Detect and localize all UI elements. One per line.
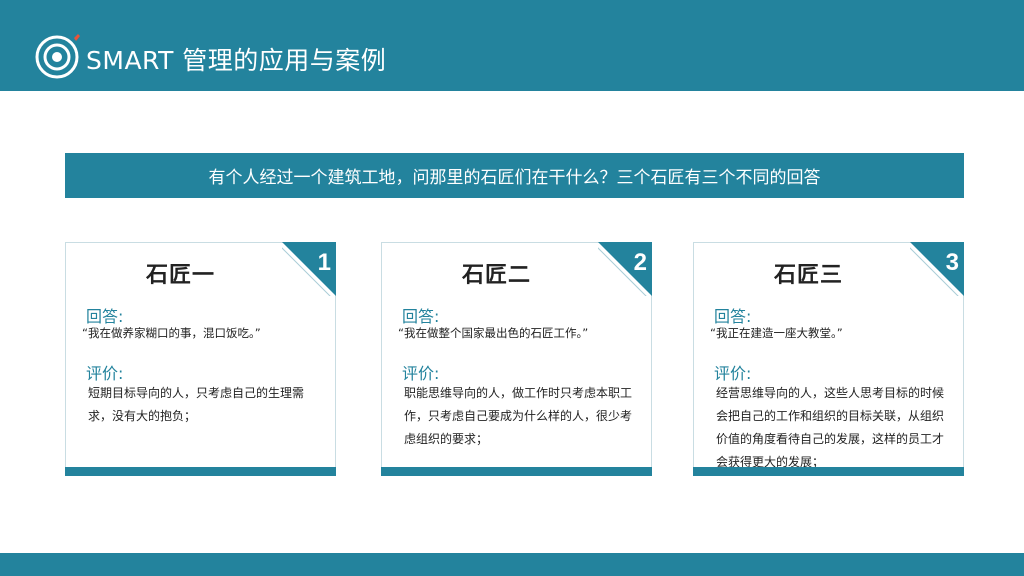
stonemason-card-2: 2 石匠二 回答: “我在做整个国家最出色的石匠工作。” 评价: 职能思维导向的…	[381, 242, 652, 476]
answer-quote: “我在做整个国家最出色的石匠工作。”	[398, 326, 589, 340]
footer-bar	[0, 553, 1024, 576]
answer-quote: “我正在建造一座大教堂。”	[710, 326, 843, 340]
review-text: 职能思维导向的人，做工作时只考虑本职工作，只考虑自己要成为什么样的人，很少考虑组…	[404, 386, 633, 446]
card-title: 石匠三	[773, 263, 843, 288]
page-title: SMART 管理的应用与案例	[86, 46, 387, 75]
review-text: 短期目标导向的人，只考虑自己的生理需求，没有大的抱负；	[88, 386, 305, 423]
review-label: 评价:	[402, 364, 440, 383]
card-number: 3	[945, 249, 959, 276]
answer-label: 回答:	[402, 307, 440, 326]
answer-quote: “我在做养家糊口的事，混口饭吃。”	[82, 326, 261, 340]
review-label: 评价:	[86, 364, 124, 383]
answer-label: 回答:	[714, 307, 752, 326]
target-icon	[35, 34, 80, 79]
card-bottom-bar	[381, 467, 652, 476]
header-bar: SMART 管理的应用与案例	[0, 0, 1024, 91]
review-text: 经营思维导向的人，这些人思考目标的时候会把自己的工作和组织的目标关联，从组织价值…	[716, 386, 945, 469]
card-bottom-bar	[65, 467, 336, 476]
question-banner: 有个人经过一个建筑工地，问那里的石匠们在干什么？三个石匠有三个不同的回答	[65, 153, 964, 198]
review-label: 评价:	[714, 364, 752, 383]
answer-label: 回答:	[86, 307, 124, 326]
stonemason-card-3: 3 石匠三 回答: “我正在建造一座大教堂。” 评价: 经营思维导向的人，这些人…	[693, 242, 964, 476]
card-title: 石匠二	[461, 263, 531, 288]
card-number: 2	[633, 249, 647, 276]
card-bottom-bar	[693, 467, 964, 476]
card-title: 石匠一	[145, 263, 215, 288]
card-number: 1	[317, 249, 331, 276]
stonemason-card-1: 1 石匠一 回答: “我在做养家糊口的事，混口饭吃。” 评价: 短期目标导向的人…	[65, 242, 336, 476]
